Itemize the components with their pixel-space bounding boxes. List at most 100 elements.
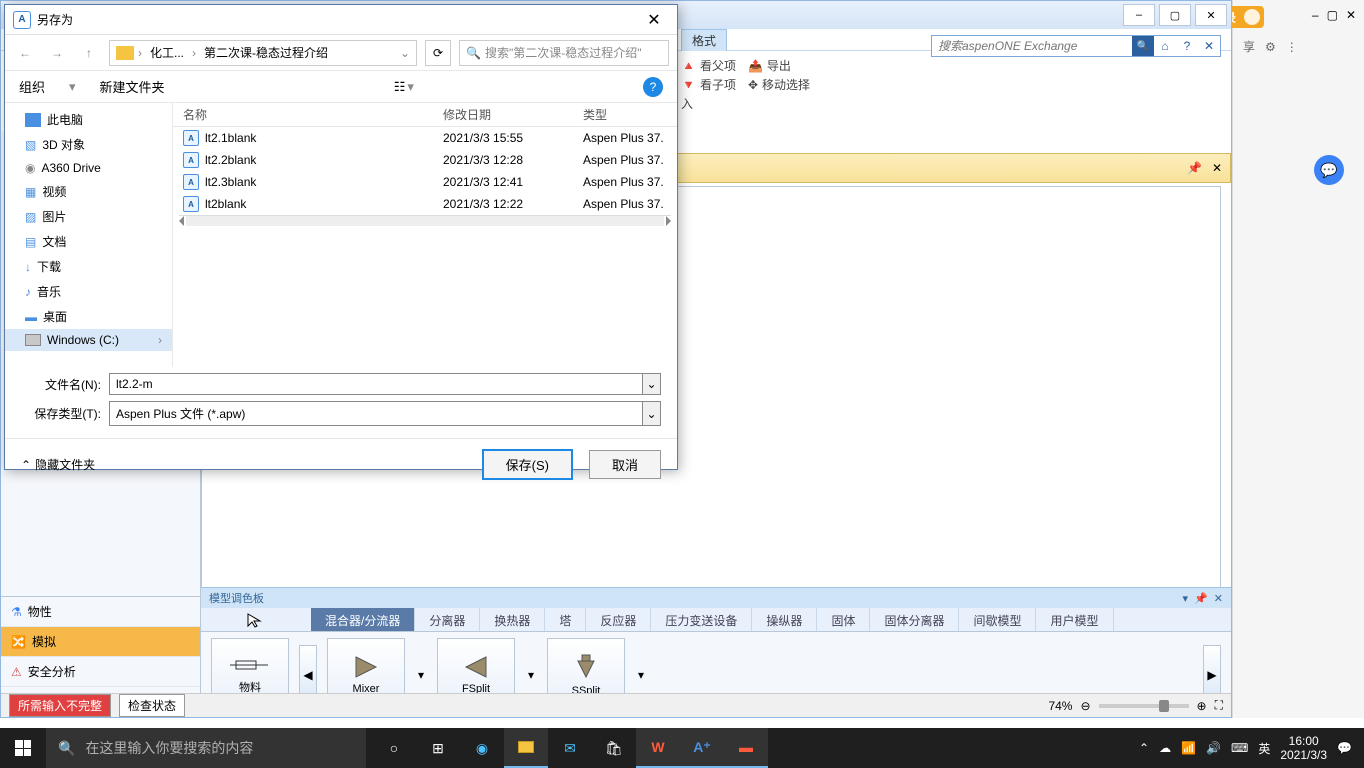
gear-icon[interactable]: ⚙: [1265, 40, 1276, 54]
savetype-dropdown[interactable]: ⌄: [643, 401, 661, 426]
search-submit[interactable]: 🔍: [1132, 36, 1154, 56]
organize-button[interactable]: 组织: [19, 77, 45, 96]
zoom-out-icon[interactable]: ⊖: [1080, 699, 1090, 713]
status-incomplete[interactable]: 所需输入不完整: [9, 694, 111, 717]
nav-up-button[interactable]: ↑: [77, 41, 101, 65]
palette-pin-icon[interactable]: 📌: [1194, 592, 1208, 605]
folder-tree[interactable]: 此电脑 ▧3D 对象 ◉A360 Drive ▦视频 ▨图片 ▤文档 ↓下载 ♪…: [5, 103, 173, 367]
palette-dropdown-icon[interactable]: ▾: [1183, 592, 1189, 605]
palette-tab-column[interactable]: 塔: [545, 608, 586, 631]
ribbon-input[interactable]: 入: [681, 95, 736, 112]
ribbon-move[interactable]: ✥ 移动选择: [748, 76, 810, 93]
search-input[interactable]: [932, 39, 1132, 53]
breadcrumb[interactable]: › 化工... › 第二次课-稳态过程介绍 ⌄: [109, 40, 417, 66]
palette-tab-solidsep[interactable]: 固体分离器: [870, 608, 959, 631]
tray-clock[interactable]: 16:00 2021/3/3: [1280, 734, 1327, 763]
dialog-close-button[interactable]: ✕: [639, 10, 669, 30]
start-button[interactable]: [0, 728, 46, 768]
palette-tab-manip[interactable]: 操纵器: [752, 608, 817, 631]
check-status-button[interactable]: 检查状态: [119, 694, 185, 717]
help-icon[interactable]: ?: [1176, 36, 1198, 56]
search-icon: 🔍: [58, 740, 75, 757]
status-close-icon[interactable]: ✕: [1212, 161, 1222, 175]
palette-tab-reactor[interactable]: 反应器: [586, 608, 651, 631]
file-row[interactable]: Alt2.1blank2021/3/3 15:55Aspen Plus 37.: [173, 127, 677, 149]
task-view-icon[interactable]: ⊞: [416, 728, 460, 768]
col-date[interactable]: 修改日期: [443, 106, 583, 123]
cortana-icon[interactable]: ○: [372, 728, 416, 768]
store-icon[interactable]: 🛍: [592, 728, 636, 768]
nav-simulation[interactable]: 🔀模拟: [1, 627, 200, 657]
folder-search[interactable]: 🔍 搜索"第二次课-稳态过程介绍": [459, 40, 669, 66]
minimize-button[interactable]: –: [1123, 4, 1155, 26]
palette-tab-heatx[interactable]: 换热器: [480, 608, 545, 631]
file-row[interactable]: Alt2.2blank2021/3/3 12:28Aspen Plus 37.: [173, 149, 677, 171]
aspenone-search[interactable]: 🔍 ⌂ ? ✕: [931, 35, 1221, 57]
save-button[interactable]: 保存(S): [482, 449, 573, 480]
tray-cloud-icon[interactable]: ☁: [1159, 741, 1171, 755]
filename-dropdown[interactable]: ⌄: [643, 373, 661, 395]
aspen-icon[interactable]: A⁺: [680, 728, 724, 768]
tray-wifi-icon[interactable]: 📶: [1181, 741, 1196, 755]
tray-chevron-icon[interactable]: ⌃: [1139, 741, 1149, 755]
tray-lang[interactable]: 英: [1258, 740, 1270, 757]
more-icon[interactable]: ⋮: [1286, 40, 1298, 54]
dialog-help-button[interactable]: ?: [643, 77, 663, 97]
nav-forward-button[interactable]: →: [45, 41, 69, 65]
explorer-icon[interactable]: [504, 728, 548, 768]
ribbon-parent[interactable]: 🔺 看父项: [681, 57, 736, 74]
cursor-icon[interactable]: [246, 612, 266, 628]
file-list[interactable]: 名称 修改日期 类型 Alt2.1blank2021/3/3 15:55Aspe…: [173, 103, 677, 367]
tray-notifications-icon[interactable]: 💬: [1337, 741, 1352, 755]
new-folder-button[interactable]: 新建文件夹: [100, 77, 165, 96]
close-icon[interactable]: ✕: [1346, 8, 1356, 22]
palette-tab-pchanger[interactable]: 压力变送设备: [651, 608, 752, 631]
palette-tab-user[interactable]: 用户模型: [1036, 608, 1113, 631]
home-icon[interactable]: ⌂: [1154, 36, 1176, 56]
ribbon-child[interactable]: 🔻 看子项: [681, 76, 736, 93]
zoom-slider[interactable]: [1099, 704, 1189, 708]
palette-tab-solid[interactable]: 固体: [817, 608, 870, 631]
tray-volume-icon[interactable]: 🔊: [1206, 741, 1221, 755]
assistant-bubble-icon[interactable]: 💬: [1314, 155, 1344, 185]
tiny-dropdown-icon[interactable]: ▾: [415, 668, 427, 682]
maximize-button[interactable]: ▢: [1159, 4, 1191, 26]
ribbon-tab-format[interactable]: 格式: [681, 29, 727, 51]
taskbar-search[interactable]: 🔍 在这里输入你要搜索的内容: [46, 728, 366, 768]
edge-icon[interactable]: ◉: [460, 728, 504, 768]
fit-icon[interactable]: ⛶: [1215, 698, 1223, 713]
file-row[interactable]: Alt2blank2021/3/3 12:22Aspen Plus 37.: [173, 193, 677, 215]
horizontal-scrollbar[interactable]: [179, 215, 671, 225]
cancel-button[interactable]: 取消: [589, 450, 661, 479]
col-type[interactable]: 类型: [583, 106, 667, 123]
file-row[interactable]: Alt2.3blank2021/3/3 12:41Aspen Plus 37.: [173, 171, 677, 193]
palette-tab-batch[interactable]: 间歇模型: [959, 608, 1036, 631]
wps-icon[interactable]: W: [636, 728, 680, 768]
nav-back-button[interactable]: ←: [13, 41, 37, 65]
savetype-select[interactable]: Aspen Plus 文件 (*.apw): [109, 401, 643, 426]
close-button[interactable]: ✕: [1195, 4, 1227, 26]
palette-tab-separator[interactable]: 分离器: [415, 608, 480, 631]
tiny-dropdown-icon[interactable]: ▾: [635, 668, 647, 682]
tiny-dropdown-icon[interactable]: ▾: [525, 668, 537, 682]
refresh-button[interactable]: ⟳: [425, 40, 451, 66]
mail-icon[interactable]: ✉: [548, 728, 592, 768]
tray-ime-icon[interactable]: ⌨: [1231, 741, 1248, 755]
zoom-in-icon[interactable]: ⊕: [1197, 699, 1207, 713]
ribbon-export[interactable]: 📤 导出: [748, 57, 810, 74]
save-as-dialog: A 另存为 ✕ ← → ↑ › 化工... › 第二次课-稳态过程介绍 ⌄ ⟳ …: [4, 4, 678, 470]
palette-tab-mixer[interactable]: 混合器/分流器: [311, 608, 415, 631]
share-button[interactable]: 享: [1243, 38, 1255, 55]
panel-close-icon[interactable]: ✕: [1198, 36, 1220, 56]
nav-properties[interactable]: ⚗物性: [1, 597, 200, 627]
hide-folders-toggle[interactable]: ⌃隐藏文件夹: [21, 456, 95, 473]
maximize-icon[interactable]: ▢: [1327, 8, 1338, 22]
nav-safety[interactable]: ⚠安全分析: [1, 657, 200, 687]
palette-close-icon[interactable]: ✕: [1214, 592, 1223, 605]
view-mode-button[interactable]: ☷: [394, 79, 406, 95]
col-name[interactable]: 名称: [183, 106, 443, 123]
filename-input[interactable]: [109, 373, 643, 395]
status-pin-icon[interactable]: 📌: [1187, 161, 1202, 175]
minimize-icon[interactable]: –: [1312, 8, 1319, 22]
recorder-icon[interactable]: ▬: [724, 728, 768, 768]
